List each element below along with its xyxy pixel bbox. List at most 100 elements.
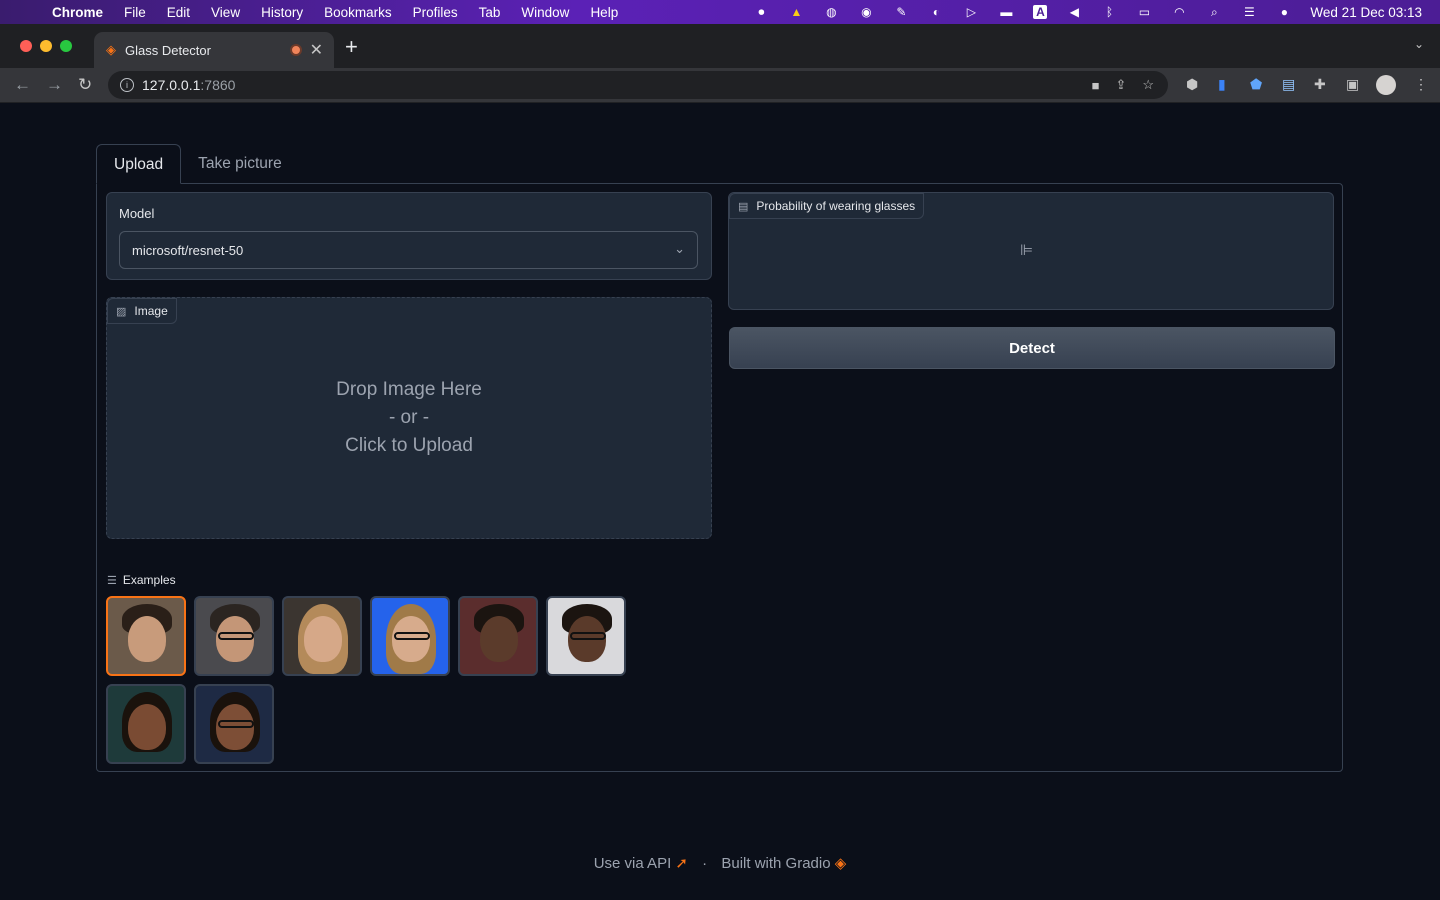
leaf-icon[interactable]: ◍	[823, 5, 839, 19]
drop-line-1: Drop Image Here	[336, 379, 482, 400]
bar-chart-icon: ▤	[738, 200, 749, 213]
close-window-button[interactable]	[20, 40, 32, 52]
built-with-gradio-link[interactable]: Built with Gradio	[721, 855, 830, 872]
recording-indicator-icon	[290, 44, 302, 56]
keyboard-input-icon[interactable]: A	[1033, 5, 1048, 19]
browser-tabstrip: ◈ Glass Detector ✕ + ⌄	[0, 24, 1440, 68]
detect-button[interactable]: Detect	[729, 327, 1335, 369]
example-thumb-1[interactable]	[106, 596, 186, 676]
minimize-window-button[interactable]	[40, 40, 52, 52]
share-icon[interactable]: ⇪	[1115, 77, 1126, 93]
bookmark-star-icon[interactable]: ☆	[1142, 77, 1154, 93]
extension-b-icon[interactable]: ▮	[1218, 76, 1226, 93]
extension-shield-icon[interactable]: ⬟	[1250, 76, 1262, 93]
menu-tab[interactable]: Tab	[479, 5, 501, 20]
forward-icon[interactable]: →	[46, 75, 63, 95]
output-label: Probability of wearing glasses	[756, 199, 916, 213]
drop-zone-text: Drop Image Here - or - Click to Upload	[107, 298, 711, 538]
image-label-badge: ▨ Image	[107, 298, 177, 324]
example-thumb-7[interactable]	[106, 684, 186, 764]
menubar-clock[interactable]: Wed 21 Dec 03:13	[1310, 5, 1422, 20]
menu-bookmarks[interactable]: Bookmarks	[324, 5, 392, 20]
gradio-page: Upload Take picture Model microsoft/resn…	[0, 103, 1440, 900]
drop-line-3: Click to Upload	[345, 435, 473, 456]
chevron-down-icon: ⌄	[674, 241, 685, 256]
tab-upload[interactable]: Upload	[96, 144, 182, 184]
counter-icon[interactable]: ◐	[928, 5, 944, 19]
search-icon[interactable]: ⌕	[1206, 5, 1222, 19]
examples-label: Examples	[122, 573, 176, 587]
menu-history[interactable]: History	[261, 5, 303, 20]
output-label-badge: ▤ Probability of wearing glasses	[729, 193, 925, 219]
url-host: 127.0.0.1	[142, 77, 201, 93]
gradio-tabs: Upload Take picture	[96, 144, 299, 184]
address-bar[interactable]: i 127.0.0.1:7860 ■ ⇪ ☆	[108, 71, 1168, 99]
example-thumb-6[interactable]	[546, 596, 626, 676]
model-dropdown[interactable]: microsoft/resnet-50 ⌄	[119, 231, 698, 269]
example-thumb-4[interactable]	[370, 596, 450, 676]
image-label: Image	[134, 304, 168, 318]
back-icon[interactable]: ←	[14, 75, 31, 95]
feather-icon[interactable]: ✎	[893, 5, 909, 19]
menu-profiles[interactable]: Profiles	[413, 5, 458, 20]
examples-heading: ☰ Examples	[107, 573, 176, 587]
empty-chart-icon: ⊫	[1020, 242, 1034, 259]
volume-icon[interactable]: ◀	[1066, 5, 1082, 19]
browser-tab[interactable]: ◈ Glass Detector ✕	[94, 32, 334, 68]
side-panel-icon[interactable]: ▣	[1346, 76, 1359, 93]
extension-cube-icon[interactable]: ⬢	[1186, 76, 1198, 93]
bluetooth-icon[interactable]: ᛒ	[1101, 5, 1117, 19]
image-icon: ▨	[116, 305, 127, 318]
gradio-favicon-icon: ◈	[106, 42, 116, 57]
play-icon[interactable]: ▷	[963, 5, 979, 19]
menu-file[interactable]: File	[124, 5, 146, 20]
siri-icon[interactable]: ●	[1276, 5, 1292, 19]
gradio-logo-icon: ◈	[834, 855, 847, 872]
menu-app-name[interactable]: Chrome	[52, 5, 103, 20]
new-tab-button[interactable]: +	[345, 34, 358, 60]
url-port: :7860	[200, 77, 236, 93]
example-thumb-2[interactable]	[194, 596, 274, 676]
tab-take-picture[interactable]: Take picture	[181, 144, 299, 184]
reload-icon[interactable]: ↻	[78, 75, 92, 95]
menu-help[interactable]: Help	[590, 5, 618, 20]
extensions-puzzle-icon[interactable]: ✚	[1314, 76, 1326, 93]
battery-icon[interactable]: ▭	[1136, 5, 1152, 19]
image-upload-area[interactable]: Drop Image Here - or - Click to Upload ▨…	[106, 297, 712, 539]
zoom-window-button[interactable]	[60, 40, 72, 52]
macos-menubar: Chrome File Edit View History Bookmarks …	[0, 0, 1440, 24]
browser-toolbar: ← → ↻ i 127.0.0.1:7860 ■ ⇪ ☆ ⬢ ▮ ⬟ ▤ ✚ ▣…	[0, 68, 1440, 103]
menu-edit[interactable]: Edit	[167, 5, 190, 20]
model-label: Model	[119, 206, 155, 221]
model-value: microsoft/resnet-50	[132, 242, 244, 258]
example-thumb-5[interactable]	[458, 596, 538, 676]
tab-search-chevron-icon[interactable]: ⌄	[1414, 37, 1424, 51]
close-tab-icon[interactable]: ✕	[310, 40, 323, 60]
menu-view[interactable]: View	[211, 5, 240, 20]
footer-separator: ·	[702, 855, 708, 872]
tab-panel: Model microsoft/resnet-50 ⌄ Drop Image H…	[96, 183, 1343, 772]
control-center-icon[interactable]: ☰	[1241, 5, 1257, 19]
car-icon[interactable]: ▬	[998, 5, 1014, 19]
more-menu-icon[interactable]: ⋮	[1414, 76, 1428, 93]
menu-window[interactable]: Window	[521, 5, 569, 20]
model-block: Model microsoft/resnet-50 ⌄	[106, 192, 712, 280]
list-icon: ☰	[107, 574, 117, 587]
warning-icon[interactable]: ▲	[788, 5, 804, 19]
example-thumb-8[interactable]	[194, 684, 274, 764]
profile-avatar[interactable]	[1376, 75, 1396, 95]
use-via-api-link[interactable]: Use via API	[594, 855, 672, 872]
record-icon[interactable]: ⏺	[753, 5, 769, 19]
status-icons: ⏺ ▲ ◍ ◉ ✎ ◐ ▷ ▬ A ◀ ᛒ ▭ ◠ ⌕ ☰ ● Wed 21 D…	[734, 0, 1422, 24]
site-info-icon[interactable]: i	[120, 78, 134, 92]
wifi-icon[interactable]: ◠	[1171, 5, 1187, 19]
mic-icon[interactable]: ◉	[858, 5, 874, 19]
example-thumb-3[interactable]	[282, 596, 362, 676]
footer: Use via API ➚ · Built with Gradio ◈	[0, 854, 1440, 872]
camera-icon[interactable]: ■	[1092, 78, 1100, 93]
extension-doc-icon[interactable]: ▤	[1282, 76, 1295, 93]
rocket-icon: ➚	[675, 855, 688, 872]
tab-title: Glass Detector	[125, 42, 211, 58]
drop-line-2: - or -	[388, 407, 430, 428]
output-label-block: ▤ Probability of wearing glasses ⊫	[728, 192, 1334, 310]
